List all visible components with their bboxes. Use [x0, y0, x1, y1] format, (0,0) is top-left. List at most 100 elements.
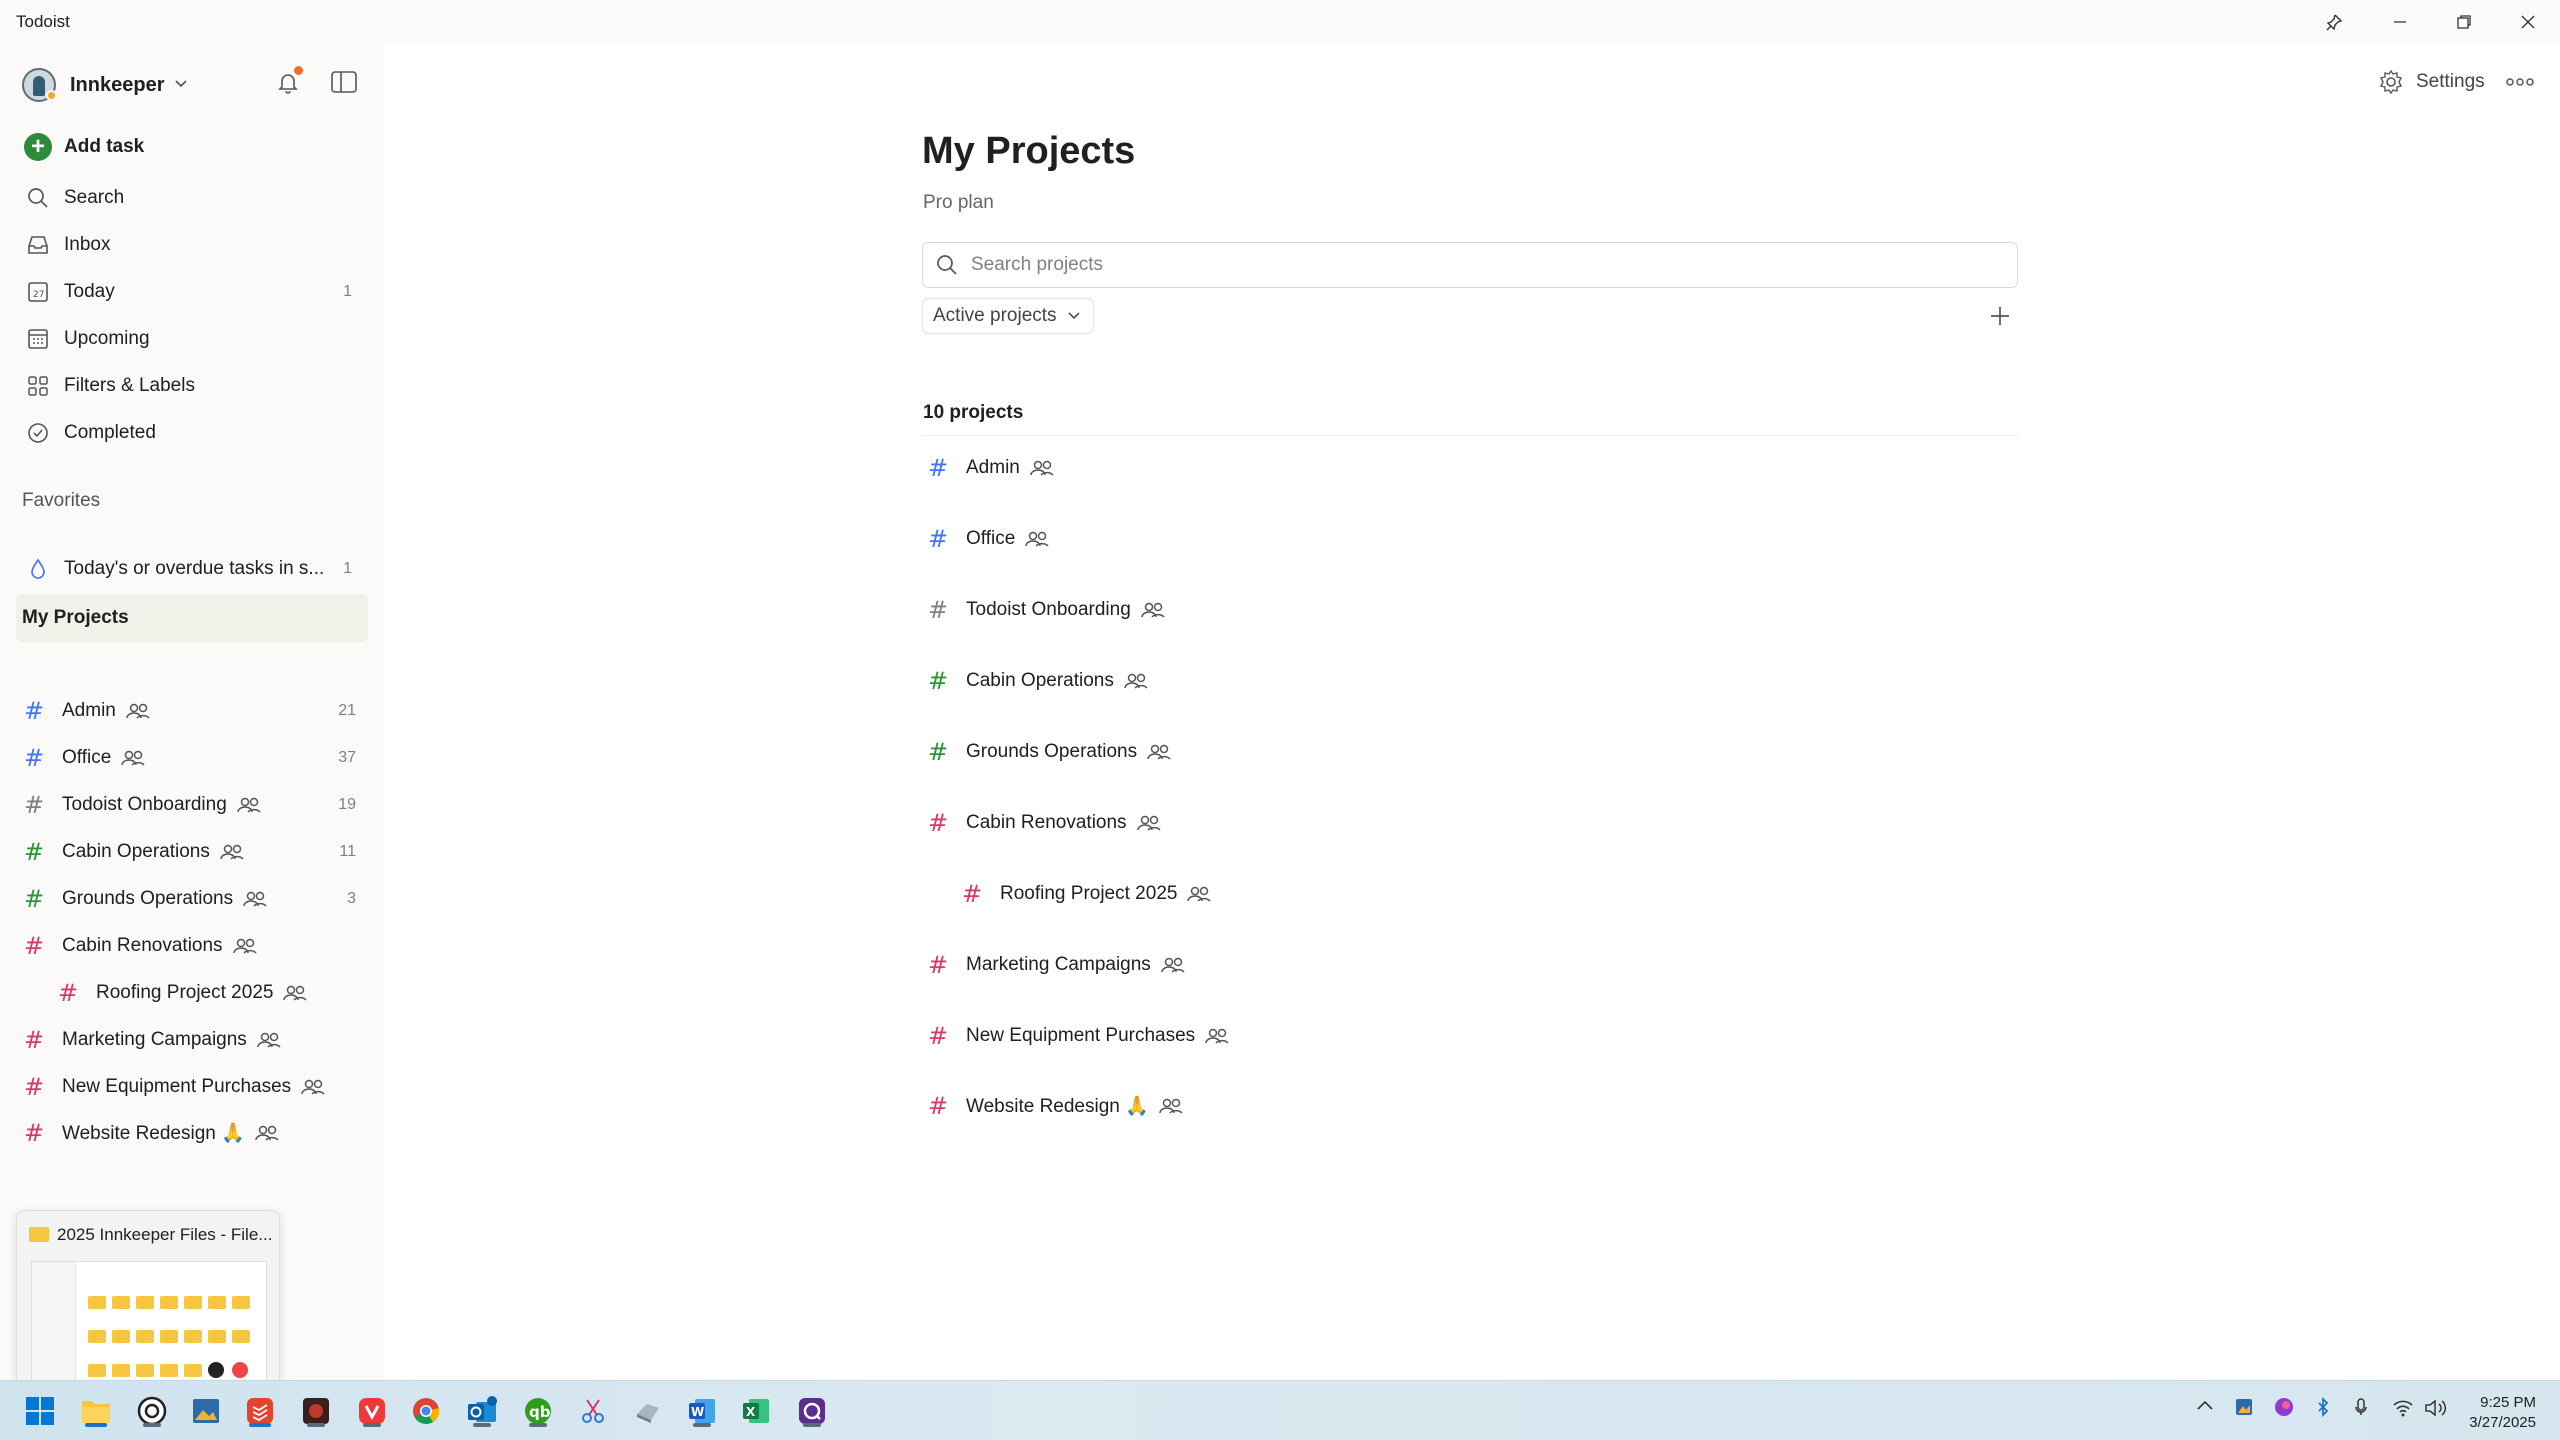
excel-icon[interactable]: X — [736, 1391, 776, 1431]
printer-app-icon[interactable] — [628, 1391, 668, 1431]
project-label: Roofing Project 2025 — [96, 982, 274, 1003]
shared-people-icon — [121, 749, 145, 767]
windows-start-icon[interactable] — [20, 1391, 60, 1431]
sidebar-project-item[interactable]: # Grounds Operations 3 — [20, 878, 368, 920]
quickbooks-icon[interactable]: qb — [518, 1391, 558, 1431]
nav-upcoming[interactable]: Upcoming — [18, 318, 366, 360]
sidebar-toggle-icon[interactable] — [330, 70, 358, 99]
task-count: 19 — [338, 796, 356, 813]
clock-time: 9:25 PM — [2480, 1394, 2536, 1411]
filter-label: Active projects — [933, 305, 1057, 326]
todoist-icon[interactable] — [240, 1391, 280, 1431]
project-row[interactable]: # Marketing Campaigns — [924, 943, 1185, 987]
project-row[interactable]: # Roofing Project 2025 — [958, 872, 1212, 916]
plus-circle-icon: + — [24, 133, 52, 161]
bluetooth-icon[interactable] — [2316, 1397, 2330, 1417]
project-label: Office — [966, 528, 1016, 549]
search-projects-input[interactable] — [971, 254, 1971, 276]
outlook-icon[interactable] — [462, 1391, 502, 1431]
nav-label: Today — [64, 281, 115, 302]
divider — [922, 435, 2018, 436]
project-row[interactable]: # Grounds Operations — [924, 730, 1171, 774]
settings-button[interactable]: Settings — [2378, 66, 2485, 98]
shared-people-icon — [301, 1078, 325, 1096]
favorite-filter[interactable]: Today's or overdue tasks in s... 1 — [18, 548, 366, 590]
sidebar-project-item[interactable]: # Marketing Campaigns — [20, 1019, 368, 1061]
photo-viewer-icon[interactable] — [186, 1391, 226, 1431]
add-task-button[interactable]: + Add task — [18, 126, 366, 168]
hashtag-icon: # — [23, 1026, 45, 1054]
preview-thumbnail — [31, 1261, 267, 1399]
nav-search[interactable]: Search — [18, 177, 366, 219]
tray-color-app-icon[interactable] — [2274, 1397, 2294, 1417]
hashtag-icon: # — [23, 1119, 45, 1147]
minimize-button[interactable] — [2368, 0, 2432, 44]
show-hidden-icons[interactable] — [2196, 1399, 2214, 1411]
sidebar-project-item[interactable]: # Office 37 — [20, 737, 368, 779]
project-count: 10 projects — [923, 402, 1024, 423]
project-row[interactable]: # New Equipment Purchases — [924, 1014, 1229, 1058]
project-filter-dropdown[interactable]: Active projects — [922, 298, 1094, 334]
vivaldi-icon[interactable] — [352, 1391, 392, 1431]
more-options-icon[interactable] — [2504, 66, 2536, 98]
nav-inbox[interactable]: Inbox — [18, 224, 366, 266]
svg-text:27: 27 — [33, 290, 44, 300]
shared-people-icon — [257, 1031, 281, 1049]
project-row[interactable]: # Cabin Operations — [924, 659, 1148, 703]
volume-icon[interactable] — [2424, 1399, 2448, 1417]
preview-title: 2025 Innkeeper Files - File... — [57, 1225, 272, 1244]
project-label: Cabin Operations — [62, 841, 210, 862]
sidebar-project-item[interactable]: # Todoist Onboarding 19 — [20, 784, 368, 826]
app-icon-dark-red[interactable] — [296, 1391, 336, 1431]
my-projects-heading[interactable]: My Projects — [16, 594, 368, 642]
project-row[interactable]: # Website Redesign 🙏 — [924, 1084, 1183, 1128]
sidebar-project-item[interactable]: # Roofing Project 2025 — [54, 972, 402, 1014]
sidebar-project-item[interactable]: # Admin 21 — [20, 690, 368, 732]
project-row[interactable]: # Admin — [924, 446, 1054, 490]
nav-label: Filters & Labels — [64, 375, 195, 396]
microphone-icon[interactable] — [2354, 1397, 2368, 1417]
file-explorer-icon[interactable] — [76, 1391, 116, 1431]
project-label: Cabin Renovations — [62, 935, 223, 956]
shared-people-icon — [1136, 814, 1161, 832]
sidebar-project-item[interactable]: # Website Redesign 🙏 — [20, 1112, 368, 1154]
snipping-tool-icon[interactable] — [574, 1391, 614, 1431]
project-label: Todoist Onboarding — [62, 794, 227, 815]
search-icon — [935, 253, 959, 277]
restore-button[interactable] — [2432, 0, 2496, 44]
project-row[interactable]: # Office — [924, 517, 1049, 561]
search-projects-field[interactable] — [922, 242, 2018, 288]
close-button[interactable] — [2496, 0, 2560, 44]
nav-label: Today's or overdue tasks in s... — [64, 558, 325, 579]
project-row[interactable]: # Cabin Renovations — [924, 801, 1161, 845]
taskbar-window-preview[interactable]: 2025 Innkeeper Files - File... — [16, 1210, 280, 1408]
chatgpt-icon[interactable] — [132, 1391, 172, 1431]
sidebar-project-item[interactable]: # Cabin Operations 11 — [20, 831, 368, 873]
filters-grid-icon — [22, 370, 54, 402]
account-switcher[interactable]: Innkeeper — [22, 64, 188, 106]
add-project-icon[interactable] — [1986, 302, 2014, 330]
project-label: New Equipment Purchases — [966, 1025, 1196, 1046]
project-row[interactable]: # Todoist Onboarding — [924, 588, 1165, 632]
hashtag-icon: # — [927, 738, 949, 766]
tray-app-icon[interactable] — [2234, 1397, 2254, 1417]
hashtag-icon: # — [927, 596, 949, 624]
nav-today[interactable]: 27 Today 1 — [18, 271, 366, 313]
task-count: 1 — [343, 283, 352, 300]
nav-completed[interactable]: Completed — [18, 412, 366, 454]
settings-label: Settings — [2416, 71, 2485, 92]
gear-icon — [2378, 69, 2404, 95]
hashtag-icon: # — [927, 1022, 949, 1050]
sidebar-project-item[interactable]: # Cabin Renovations — [20, 925, 368, 967]
word-icon[interactable]: W — [682, 1391, 722, 1431]
wifi-icon[interactable] — [2392, 1399, 2414, 1417]
hashtag-icon: # — [23, 932, 45, 960]
app-icon-purple[interactable] — [792, 1391, 832, 1431]
shared-people-icon — [1141, 601, 1165, 619]
svg-text:W: W — [691, 1405, 704, 1419]
pin-icon[interactable] — [2302, 0, 2366, 44]
system-clock[interactable]: 9:25 PM 3/27/2025 — [2469, 1393, 2536, 1433]
sidebar-project-item[interactable]: # New Equipment Purchases — [20, 1066, 368, 1108]
nav-filters-labels[interactable]: Filters & Labels — [18, 365, 366, 407]
chrome-icon[interactable] — [406, 1391, 446, 1431]
